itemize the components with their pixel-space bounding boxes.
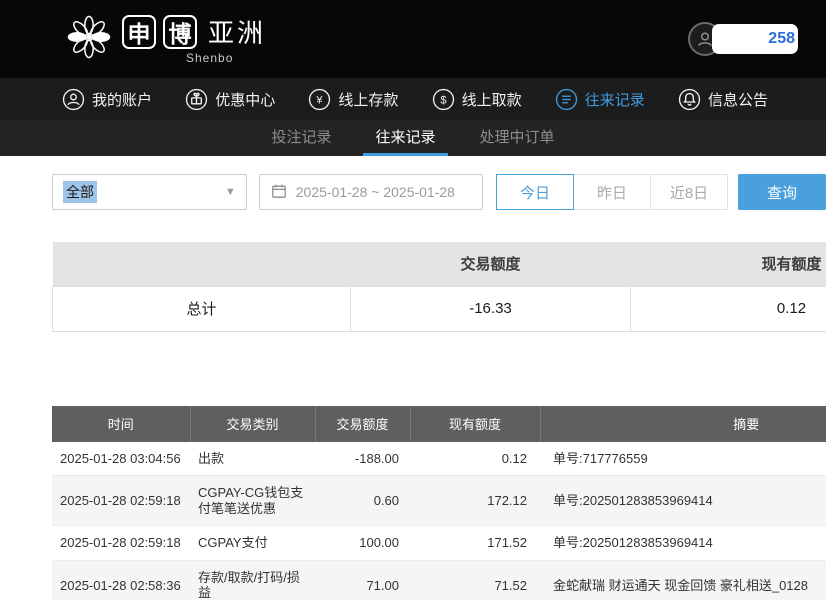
tab-transaction-records[interactable]: 往来记录 [363, 120, 447, 156]
gift-icon [185, 88, 208, 111]
nav-label: 往来记录 [585, 89, 645, 110]
logo-region: 亚洲 [208, 13, 266, 50]
cell-summary: 单号:202501283853969414 [540, 526, 826, 561]
cell-type: 存款/取款/打码/损益 [190, 560, 315, 600]
summary-total-balance: 0.12 [631, 286, 826, 331]
col-amount: 交易额度 [315, 406, 410, 442]
cell-type: 出款 [190, 442, 315, 476]
summary-col-empty [53, 242, 351, 286]
nav-label: 信息公告 [708, 89, 768, 110]
summary-total-label: 总计 [53, 286, 351, 331]
tab-bet-records[interactable]: 投注记录 [259, 120, 343, 156]
cell-summary: 单号:717776559 [540, 442, 826, 476]
records-icon [555, 88, 578, 111]
cell-time: 2025-01-28 03:04:56 [52, 442, 190, 476]
cell-balance: 71.52 [410, 560, 540, 600]
bell-icon [678, 88, 701, 111]
cell-amount: 100.00 [315, 526, 410, 561]
cell-amount: -188.00 [315, 442, 410, 476]
cell-time: 2025-01-28 02:58:36 [52, 560, 190, 600]
account-number: 258 [768, 30, 795, 48]
cell-amount: 0.60 [315, 476, 410, 526]
table-row: 2025-01-28 02:58:36 存款/取款/打码/损益 71.00 71… [52, 560, 826, 600]
summary-col-balance: 现有额度 [631, 242, 826, 286]
cell-type: CGPAY支付 [190, 526, 315, 561]
brand-logo[interactable]: 申 博 亚洲 Shenbo [66, 13, 266, 65]
filter-bar: 全部 ▼ 2025-01-28 ~ 2025-01-28 今日 昨日 近8日 查… [52, 174, 826, 210]
nav-label: 优惠中心 [215, 89, 275, 110]
logo-subtitle: Shenbo [186, 51, 266, 65]
nav-label: 线上存款 [338, 89, 398, 110]
col-time: 时间 [52, 406, 190, 442]
nav-bar: 我的账户 优惠中心 ¥ 线上存款 $ 线上取款 [0, 78, 826, 120]
cell-time: 2025-01-28 02:59:18 [52, 526, 190, 561]
quick-filter-last8days[interactable]: 近8日 [650, 174, 728, 210]
logo-box-shen: 申 [122, 15, 156, 49]
dropdown-value: 全部 [63, 181, 97, 203]
user-icon [62, 88, 85, 111]
account-blur: 258 [712, 24, 798, 54]
nav-label: 线上取款 [462, 89, 522, 110]
chevron-down-icon: ▼ [225, 186, 236, 198]
header-bar: 申 博 亚洲 Shenbo 258 [0, 0, 826, 78]
col-type: 交易类别 [190, 406, 315, 442]
date-range-value: 2025-01-28 ~ 2025-01-28 [296, 184, 455, 200]
records-header-row: 时间 交易类别 交易额度 现有额度 摘要 [52, 406, 826, 442]
nav-item-transaction-records[interactable]: 往来记录 [555, 88, 645, 111]
cell-time: 2025-01-28 02:59:18 [52, 476, 190, 526]
nav-item-announcements[interactable]: 信息公告 [678, 88, 768, 111]
cell-balance: 172.12 [410, 476, 540, 526]
summary-row: 总计 -16.33 0.12 [53, 286, 826, 331]
type-dropdown[interactable]: 全部 ▼ [52, 174, 247, 210]
col-balance: 现有额度 [410, 406, 540, 442]
nav-label: 我的账户 [92, 89, 152, 110]
search-button[interactable]: 查询 [738, 174, 826, 210]
table-row: 2025-01-28 02:59:18 CGPAY支付 100.00 171.5… [52, 526, 826, 561]
quick-filter-yesterday[interactable]: 昨日 [573, 174, 651, 210]
svg-text:$: $ [440, 94, 446, 106]
date-range-input[interactable]: 2025-01-28 ~ 2025-01-28 [259, 174, 483, 210]
flower-icon [66, 14, 112, 65]
table-row: 2025-01-28 03:04:56 出款 -188.00 0.12 单号:7… [52, 442, 826, 476]
summary-col-amount: 交易额度 [351, 242, 631, 286]
quick-filter-group: 今日 昨日 近8日 [497, 174, 728, 210]
account-area[interactable]: 258 [688, 22, 798, 56]
nav-item-online-withdrawal[interactable]: $ 线上取款 [432, 88, 522, 111]
calendar-icon [271, 183, 287, 202]
logo-box-bo: 博 [163, 15, 197, 49]
col-summary: 摘要 [540, 406, 826, 442]
cell-balance: 0.12 [410, 442, 540, 476]
cell-amount: 71.00 [315, 560, 410, 600]
svg-text:¥: ¥ [316, 94, 324, 106]
quick-filter-today[interactable]: 今日 [496, 174, 574, 210]
records-table: 时间 交易类别 交易额度 现有额度 摘要 2025-01-28 03:04:56… [52, 406, 826, 600]
cell-summary: 金蛇献瑞 财运通天 现金回馈 豪礼相送_0128 [540, 560, 826, 600]
summary-total-amount: -16.33 [351, 286, 631, 331]
summary-table: 交易额度 现有额度 总计 -16.33 0.12 [52, 242, 826, 332]
nav-item-my-account[interactable]: 我的账户 [62, 88, 152, 111]
nav-item-promotions[interactable]: 优惠中心 [185, 88, 275, 111]
subnav-tabs: 投注记录 往来记录 处理中订单 [0, 120, 826, 156]
withdraw-icon: $ [432, 88, 455, 111]
cell-type: CGPAY-CG钱包支付笔笔送优惠 [190, 476, 315, 526]
deposit-icon: ¥ [308, 88, 331, 111]
cell-balance: 171.52 [410, 526, 540, 561]
table-row: 2025-01-28 02:59:18 CGPAY-CG钱包支付笔笔送优惠 0.… [52, 476, 826, 526]
content-area: 全部 ▼ 2025-01-28 ~ 2025-01-28 今日 昨日 近8日 查… [0, 156, 826, 600]
nav-item-online-deposit[interactable]: ¥ 线上存款 [308, 88, 398, 111]
tab-processing-orders[interactable]: 处理中订单 [468, 120, 567, 156]
cell-summary: 单号:202501283853969414 [540, 476, 826, 526]
